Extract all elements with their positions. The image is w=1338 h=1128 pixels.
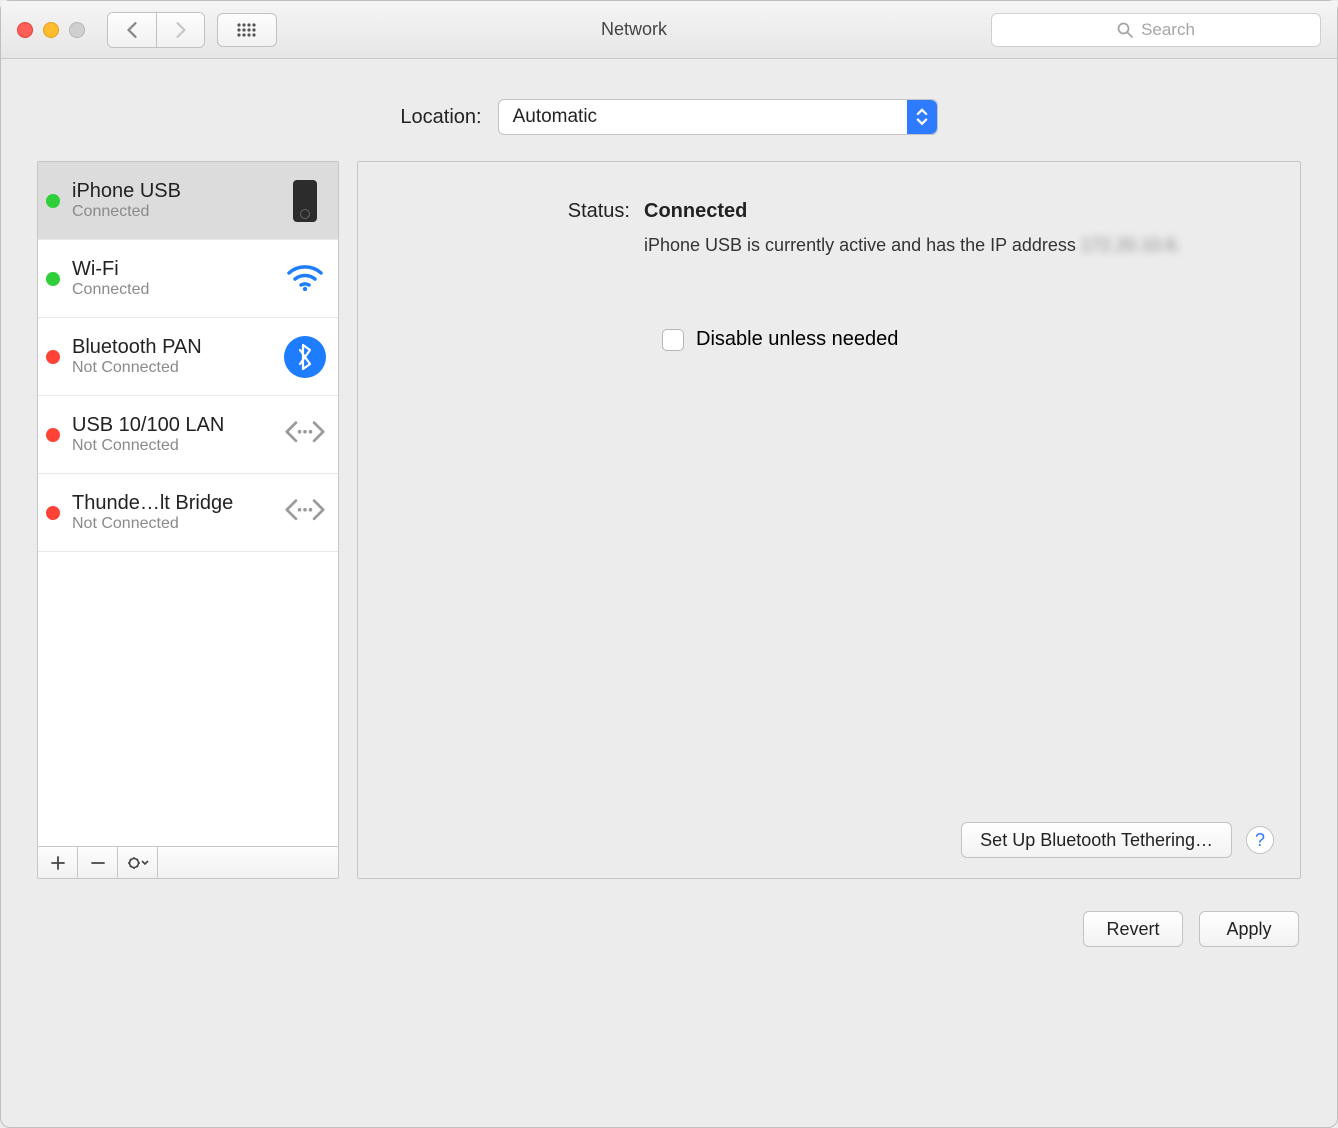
close-icon[interactable] bbox=[17, 22, 33, 38]
network-preferences-window: Network Search Location: Automatic iPhon… bbox=[0, 0, 1338, 1128]
disable-unless-needed-checkbox[interactable] bbox=[662, 329, 684, 351]
titlebar: Network Search bbox=[1, 1, 1337, 59]
bluetooth-icon bbox=[284, 336, 326, 378]
location-row: Location: Automatic bbox=[1, 59, 1337, 161]
service-status: Not Connected bbox=[72, 515, 276, 533]
status-dot-icon bbox=[46, 506, 60, 520]
service-status: Connected bbox=[72, 203, 276, 221]
add-service-button[interactable] bbox=[38, 847, 78, 878]
location-value: Automatic bbox=[513, 106, 597, 128]
service-item-wi-fi[interactable]: Wi-FiConnected bbox=[38, 240, 338, 318]
apply-button[interactable]: Apply bbox=[1199, 911, 1299, 947]
wifi-icon bbox=[285, 261, 325, 296]
service-name: Thunde…lt Bridge bbox=[72, 492, 276, 515]
lan-icon bbox=[285, 419, 325, 449]
forward-button[interactable] bbox=[156, 13, 204, 47]
remove-service-button[interactable] bbox=[78, 847, 118, 878]
window-footer: Revert Apply bbox=[1, 879, 1337, 947]
status-dot-icon bbox=[46, 272, 60, 286]
status-dot-icon bbox=[46, 194, 60, 208]
window-title: Network bbox=[289, 19, 979, 40]
disable-unless-needed-label: Disable unless needed bbox=[696, 328, 898, 351]
service-name: USB 10/100 LAN bbox=[72, 414, 276, 437]
service-status: Connected bbox=[72, 281, 276, 299]
search-icon bbox=[1117, 22, 1133, 38]
service-item-usb-10-100-lan[interactable]: USB 10/100 LANNot Connected bbox=[38, 396, 338, 474]
revert-button[interactable]: Revert bbox=[1083, 911, 1183, 947]
search-input[interactable]: Search bbox=[991, 13, 1321, 47]
nav-segment bbox=[107, 12, 205, 48]
service-item-bluetooth-pan[interactable]: Bluetooth PANNot Connected bbox=[38, 318, 338, 396]
status-dot-icon bbox=[46, 428, 60, 442]
service-name: Bluetooth PAN bbox=[72, 336, 276, 359]
zoom-icon bbox=[69, 22, 85, 38]
service-detail-panel: Status: Connected iPhone USB is currentl… bbox=[357, 161, 1301, 879]
services-sidebar: iPhone USBConnectedWi-FiConnectedBluetoo… bbox=[37, 161, 339, 879]
traffic-lights bbox=[17, 22, 85, 38]
help-button[interactable]: ? bbox=[1246, 826, 1274, 854]
status-desc-text: iPhone USB is currently active and has t… bbox=[644, 235, 1081, 255]
service-status: Not Connected bbox=[72, 437, 276, 455]
back-button[interactable] bbox=[108, 13, 156, 47]
service-name: iPhone USB bbox=[72, 180, 276, 203]
phone-icon bbox=[293, 180, 317, 222]
search-placeholder: Search bbox=[1141, 20, 1195, 40]
service-item-thunde-lt-bridge[interactable]: Thunde…lt BridgeNot Connected bbox=[38, 474, 338, 552]
action-menu-button[interactable] bbox=[118, 847, 158, 878]
sidebar-toolbar bbox=[38, 846, 338, 878]
show-all-button[interactable] bbox=[217, 13, 277, 47]
status-value: Connected bbox=[644, 200, 1274, 223]
status-dot-icon bbox=[46, 350, 60, 364]
service-status: Not Connected bbox=[72, 359, 276, 377]
service-item-iphone-usb[interactable]: iPhone USBConnected bbox=[38, 162, 338, 240]
minimize-icon[interactable] bbox=[43, 22, 59, 38]
services-list: iPhone USBConnectedWi-FiConnectedBluetoo… bbox=[38, 162, 338, 846]
location-label: Location: bbox=[400, 106, 481, 129]
location-popup[interactable]: Automatic bbox=[498, 99, 938, 135]
lan-icon bbox=[285, 497, 325, 527]
popup-arrows-icon bbox=[907, 100, 937, 134]
ip-address: 172.20.10.6. bbox=[1081, 235, 1181, 255]
setup-tethering-button[interactable]: Set Up Bluetooth Tethering… bbox=[961, 822, 1232, 858]
disable-unless-needed-row: Disable unless needed bbox=[662, 328, 1274, 351]
status-label: Status: bbox=[384, 200, 644, 223]
service-name: Wi-Fi bbox=[72, 258, 276, 281]
status-description: iPhone USB is currently active and has t… bbox=[644, 233, 1274, 258]
